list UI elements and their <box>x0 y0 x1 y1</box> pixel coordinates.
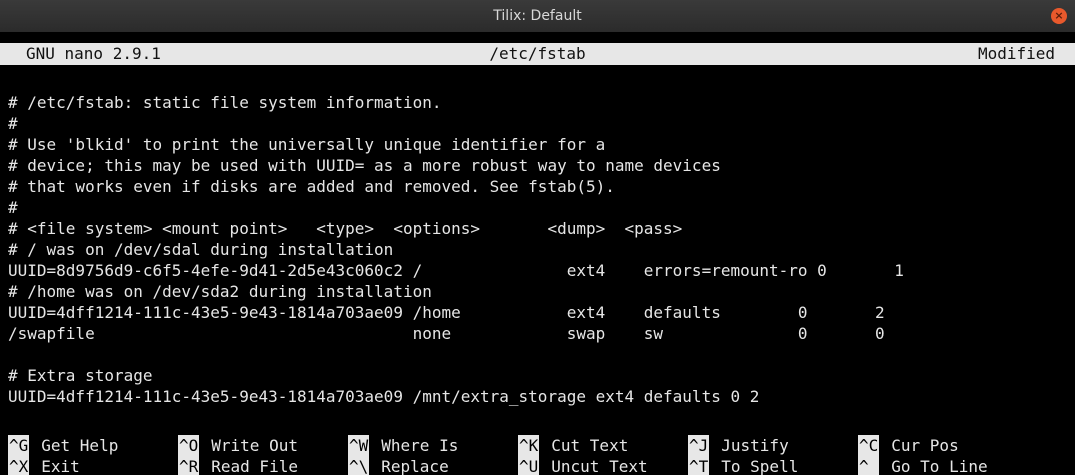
shortcut-get-help[interactable]: ^G Get Help <box>8 435 118 456</box>
file-line: # /home was on /dev/sda2 during installa… <box>8 282 432 301</box>
shortcut-label: Cur Pos <box>891 436 959 455</box>
shortcut-label: Read File <box>211 457 298 475</box>
file-line <box>8 344 904 365</box>
terminal-window: Tilix: Default × GNU nano 2.9.1 /etc/fst… <box>0 0 1075 475</box>
shortcut-where-is[interactable]: ^W Where Is <box>348 435 458 456</box>
shortcut-cut-text[interactable]: ^K Cut Text <box>518 435 628 456</box>
shortcut-key: ^U <box>518 456 540 475</box>
file-line: # <box>8 198 18 217</box>
nano-shortcut-bar: ^G Get Help ^O Write Out ^W Where Is ^K Cut … <box>8 435 1068 475</box>
shortcut-key: ^R <box>178 456 200 475</box>
shortcut-exit[interactable]: ^X Exit <box>8 456 80 475</box>
shortcut-label: To Spell <box>721 457 799 475</box>
shortcut-label: Cut Text <box>551 436 629 455</box>
shortcut-write-out[interactable]: ^O Write Out <box>178 435 298 456</box>
shortcut-key: ^O <box>178 435 200 456</box>
shortcut-label: Uncut Text <box>551 457 648 475</box>
shortcut-key: ^\ <box>348 456 370 475</box>
close-icon[interactable]: × <box>1051 8 1067 24</box>
shortcut-key: ^K <box>518 435 540 456</box>
shortcut-key: ^G <box>8 435 30 456</box>
shortcut-label: Write Out <box>211 436 298 455</box>
shortcut-key: ^_ <box>858 456 880 475</box>
shortcut-replace[interactable]: ^\ Replace <box>348 456 449 475</box>
shortcut-key: ^C <box>858 435 880 456</box>
window-title: Tilix: Default <box>493 8 582 24</box>
file-line: # that works even if disks are added and… <box>8 177 615 196</box>
terminal-area[interactable]: GNU nano 2.9.1 /etc/fstab Modified # /et… <box>0 32 1075 475</box>
editor-content[interactable]: # /etc/fstab: static file system informa… <box>8 92 904 407</box>
shortcut-label: Replace <box>381 457 449 475</box>
nano-filename: /etc/fstab <box>489 44 586 63</box>
shortcut-cur-pos[interactable]: ^C Cur Pos <box>858 435 959 456</box>
shortcut-uncut-text[interactable]: ^U Uncut Text <box>518 456 648 475</box>
shortcut-row: ^X Exit ^R Read File ^\ Replace ^U Uncut Tex… <box>8 456 1068 475</box>
file-line: UUID=8d9756d9-c6f5-4efe-9d41-2d5e43c060c… <box>8 261 904 280</box>
nano-title-bar: GNU nano 2.9.1 /etc/fstab Modified <box>0 43 1075 65</box>
title-bar: Tilix: Default × <box>0 0 1075 32</box>
shortcut-key: ^T <box>688 456 710 475</box>
file-line: # Use 'blkid' to print the universally u… <box>8 135 606 154</box>
shortcut-label: Get Help <box>41 436 119 455</box>
file-line: # Extra storage <box>8 366 153 385</box>
file-line: # <box>8 114 18 133</box>
shortcut-key: ^W <box>348 435 370 456</box>
nano-modified-status: Modified <box>977 44 1055 63</box>
file-line: UUID=4dff1214-111c-43e5-9e43-1814a703ae0… <box>8 303 885 322</box>
shortcut-key: ^J <box>688 435 710 456</box>
file-line: UUID=4dff1214-111c-43e5-9e43-1814a703ae0… <box>8 387 760 406</box>
shortcut-key: ^X <box>8 456 30 475</box>
file-line: /swapfile none swap sw 0 0 <box>8 324 885 343</box>
shortcut-to-spell[interactable]: ^T To Spell <box>688 456 798 475</box>
shortcut-label: Justify <box>721 436 789 455</box>
shortcut-label: Go To Line <box>891 457 988 475</box>
file-line: # / was on /dev/sdal during installation <box>8 240 394 259</box>
file-line: # /etc/fstab: static file system informa… <box>8 93 442 112</box>
shortcut-label: Where Is <box>381 436 459 455</box>
file-line: # device; this may be used with UUID= as… <box>8 156 721 175</box>
file-line: # <file system> <mount point> <type> <op… <box>8 219 683 238</box>
shortcut-go-to-line[interactable]: ^_ Go To Line <box>858 456 988 475</box>
shortcut-label: Exit <box>41 457 80 475</box>
shortcut-read-file[interactable]: ^R Read File <box>178 456 298 475</box>
shortcut-row: ^G Get Help ^O Write Out ^W Where Is ^K Cut … <box>8 435 1068 456</box>
shortcut-justify[interactable]: ^J Justify <box>688 435 789 456</box>
